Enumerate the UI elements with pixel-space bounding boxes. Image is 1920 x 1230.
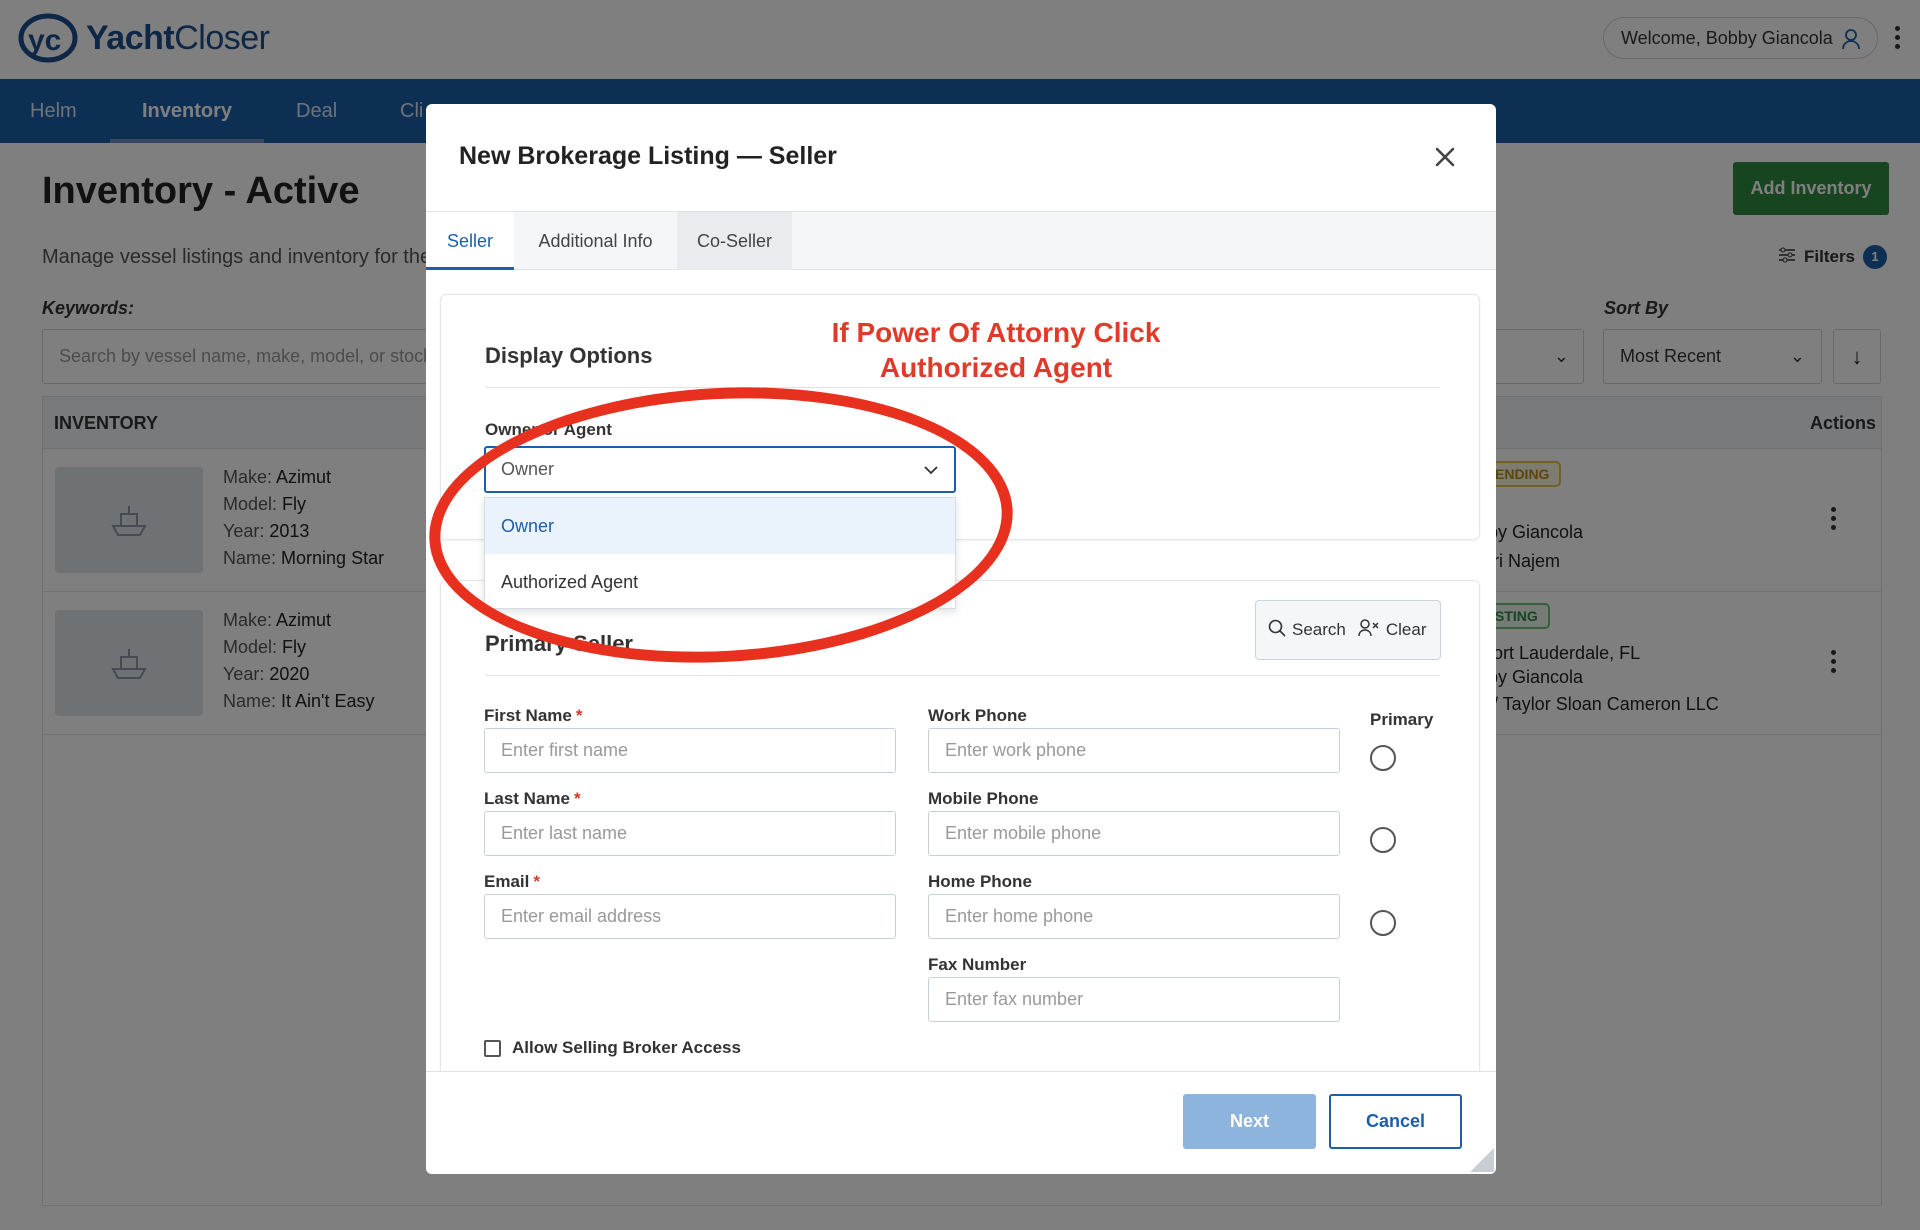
email-input[interactable] <box>484 894 896 939</box>
mobile-phone-label: Mobile Phone <box>928 789 1039 808</box>
first-name-label: First Name * <box>484 706 583 725</box>
work-phone-input[interactable] <box>928 728 1340 773</box>
modal-header: New Brokerage Listing — Seller <box>426 104 1496 212</box>
work-phone-label: Work Phone <box>928 706 1027 725</box>
modal-body[interactable]: Display Options If Power Of Attorny Clic… <box>426 270 1496 1100</box>
home-phone-label: Home Phone <box>928 872 1032 891</box>
fax-number-input[interactable] <box>928 977 1340 1022</box>
modal-title: New Brokerage Listing — Seller <box>459 142 837 170</box>
next-button[interactable]: Next <box>1183 1094 1316 1149</box>
close-icon[interactable] <box>1430 142 1460 172</box>
search-seller-button[interactable]: Search <box>1268 619 1346 642</box>
allow-selling-broker-access-label[interactable]: Allow Selling Broker Access <box>512 1038 741 1058</box>
email-label: Email * <box>484 872 540 891</box>
primary-label: Primary <box>1370 710 1434 729</box>
last-name-input[interactable] <box>484 811 896 856</box>
seller-search-clear-group: Search Clear <box>1255 600 1441 660</box>
resize-handle-icon[interactable] <box>1470 1148 1494 1172</box>
fax-number-label: Fax Number <box>928 955 1027 974</box>
search-icon <box>1268 619 1286 642</box>
primary-home-phone-radio[interactable] <box>1370 910 1396 936</box>
clear-user-icon <box>1358 618 1380 642</box>
primary-work-phone-radio[interactable] <box>1370 745 1396 771</box>
last-name-label: Last Name * <box>484 789 581 808</box>
annotation-text: If Power Of Attorny Click Authorized Age… <box>831 317 1161 383</box>
allow-selling-broker-access-checkbox[interactable] <box>484 1040 501 1057</box>
display-options-title: Display Options <box>485 343 653 368</box>
tab-seller[interactable]: Seller <box>426 212 514 270</box>
divider <box>485 675 1440 676</box>
divider <box>485 387 1440 388</box>
modal-tabs: Seller Additional Info Co-Seller <box>426 212 1496 270</box>
primary-mobile-phone-radio[interactable] <box>1370 827 1396 853</box>
first-name-input[interactable] <box>484 728 896 773</box>
mobile-phone-input[interactable] <box>928 811 1340 856</box>
clear-seller-button[interactable]: Clear <box>1358 618 1427 642</box>
tab-co-seller[interactable]: Co-Seller <box>677 212 792 270</box>
new-brokerage-listing-modal: New Brokerage Listing — Seller Seller Ad… <box>426 104 1496 1174</box>
modal-footer: Next Cancel <box>426 1071 1496 1174</box>
home-phone-input[interactable] <box>928 894 1340 939</box>
tab-additional-info[interactable]: Additional Info <box>514 212 677 270</box>
cancel-button[interactable]: Cancel <box>1329 1094 1462 1149</box>
